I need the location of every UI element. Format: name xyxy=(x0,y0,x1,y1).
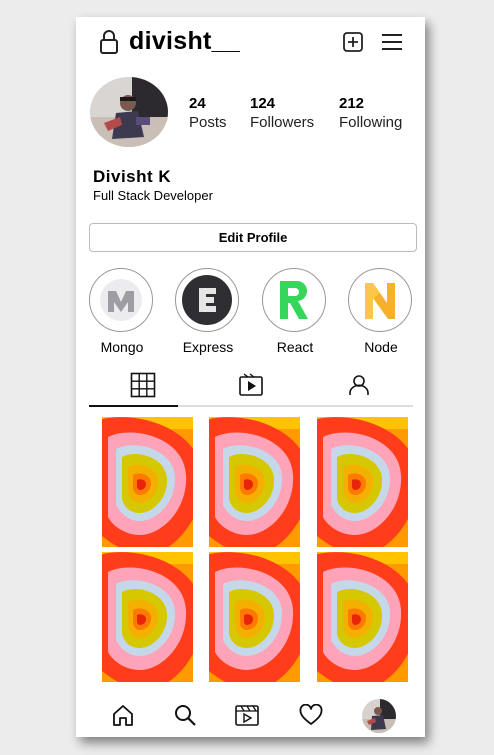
home-icon xyxy=(113,705,133,726)
profile-header: divisht__ xyxy=(76,17,425,67)
post-thumbnail[interactable] xyxy=(317,417,408,547)
highlight-node[interactable]: Node xyxy=(348,268,414,355)
tab-active-indicator xyxy=(89,405,178,407)
highlight-label: Mongo xyxy=(100,339,144,355)
highlight-react[interactable]: React xyxy=(262,268,328,355)
profile-avatar[interactable] xyxy=(362,699,396,733)
menu-icon[interactable] xyxy=(380,32,404,52)
post-thumbnail[interactable] xyxy=(102,552,193,682)
following-label: Following xyxy=(339,114,403,131)
username[interactable]: divisht__ xyxy=(129,27,240,56)
profile-name: Divisht K xyxy=(93,167,172,186)
react-icon xyxy=(280,280,308,319)
nav-home[interactable] xyxy=(110,702,136,728)
posts-count: 24 xyxy=(189,95,206,112)
highlight-label: Node xyxy=(364,339,398,355)
nav-reels[interactable] xyxy=(234,702,260,728)
heart-icon xyxy=(299,704,323,725)
edit-profile-button[interactable]: Edit Profile xyxy=(89,223,417,252)
nav-activity[interactable] xyxy=(298,702,324,728)
stat-posts[interactable]: 24 Posts xyxy=(189,95,227,131)
search-icon xyxy=(175,705,196,726)
node-icon xyxy=(365,283,395,319)
highlight-ring xyxy=(262,268,326,332)
tagged-icon xyxy=(349,375,369,395)
highlight-express[interactable]: Express xyxy=(175,268,241,355)
tab-tagged[interactable] xyxy=(305,365,413,405)
post-thumbnail[interactable] xyxy=(102,417,193,547)
highlight-ring xyxy=(175,268,239,332)
highlight-ring xyxy=(348,268,412,332)
phone-frame: divisht__ 24 Posts 124 Followers 212 Fol… xyxy=(76,17,425,737)
post-thumbnail[interactable] xyxy=(209,552,300,682)
post-thumbnail[interactable] xyxy=(317,552,408,682)
post-thumbnail[interactable] xyxy=(209,417,300,547)
posts-label: Posts xyxy=(189,114,227,131)
tab-reels[interactable] xyxy=(197,365,305,405)
followers-label: Followers xyxy=(250,114,315,131)
express-icon xyxy=(182,275,232,325)
lock-icon xyxy=(100,30,118,54)
reels-icon xyxy=(235,705,259,726)
followers-count: 124 xyxy=(250,95,276,112)
nav-search[interactable] xyxy=(172,702,198,728)
stat-following[interactable]: 212 Following xyxy=(339,95,402,131)
mongo-icon xyxy=(100,279,142,321)
stat-followers[interactable]: 124 Followers xyxy=(250,95,314,131)
bottom-nav xyxy=(76,694,425,734)
highlight-ring xyxy=(89,268,153,332)
profile-avatar[interactable] xyxy=(90,77,168,147)
profile-bio: Full Stack Developer xyxy=(93,188,213,203)
grid-icon xyxy=(130,372,156,398)
reels-icon xyxy=(239,373,263,396)
following-count: 212 xyxy=(339,95,365,112)
tab-grid[interactable] xyxy=(89,365,197,405)
profile-tabs xyxy=(89,365,413,407)
highlight-label: React xyxy=(276,339,314,355)
highlight-mongo[interactable]: Mongo xyxy=(89,268,155,355)
highlight-label: Express xyxy=(182,339,234,355)
add-post-icon[interactable] xyxy=(342,31,364,53)
